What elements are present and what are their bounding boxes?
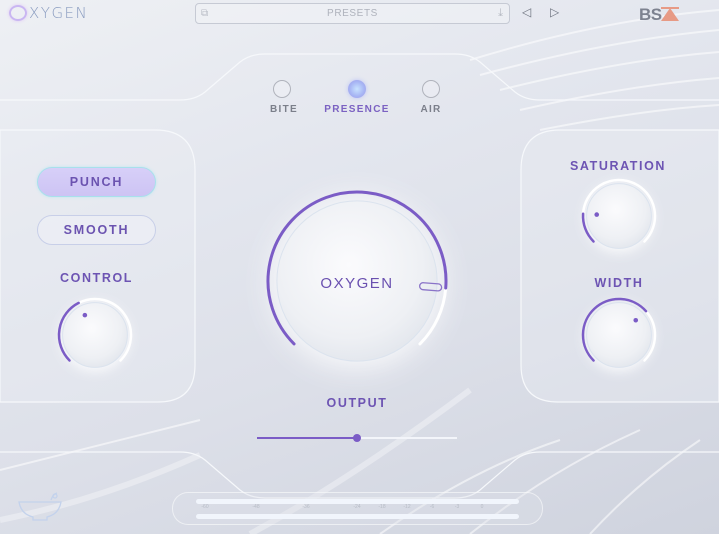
prev-preset-button[interactable]: ◁ — [522, 5, 531, 19]
knob-pointer-dot — [633, 317, 639, 323]
control-knob[interactable] — [45, 285, 145, 390]
radio-icon[interactable] — [348, 80, 366, 98]
logo-ring-icon — [9, 5, 27, 21]
mode-label: AIR — [420, 104, 442, 115]
radio-icon[interactable] — [273, 80, 291, 98]
radio-icon[interactable] — [422, 80, 440, 98]
app-logo: XYGEN — [9, 4, 88, 22]
mode-air[interactable]: AIR — [419, 80, 443, 115]
output-slider[interactable] — [257, 429, 457, 442]
meter-scale: -60 -48 -36 -24 -18 -12 -6 -3 0 — [173, 504, 542, 512]
smooth-button[interactable]: SMOOTH — [37, 215, 156, 245]
knob-pointer-dot — [82, 312, 88, 318]
bowl-icon[interactable] — [17, 490, 63, 529]
meter-bar-right — [196, 514, 519, 519]
meter-tick: -6 — [429, 504, 435, 510]
control-label: CONTROL — [60, 271, 133, 285]
output-meter: -60 -48 -36 -24 -18 -12 -6 -3 0 — [172, 492, 543, 525]
download-icon[interactable]: ⤓ — [498, 7, 503, 20]
brand-logo: BS — [639, 5, 679, 25]
mode-bite[interactable]: BITE — [270, 80, 298, 115]
meter-tick: -48 — [252, 504, 260, 510]
meter-tick: -18 — [378, 504, 386, 510]
mode-presence[interactable]: PRESENCE — [322, 80, 392, 115]
meter-tick: -3 — [454, 504, 460, 510]
presets-selector[interactable]: ⧉ PRESETS ⤓ — [195, 3, 510, 24]
app-title: XYGEN — [29, 4, 89, 22]
meter-tick: -12 — [403, 504, 411, 510]
knob-body — [62, 302, 128, 368]
top-bar: XYGEN ⧉ PRESETS ⤓ ◁ ▷ BS — [0, 0, 719, 28]
mode-label: PRESENCE — [324, 104, 390, 115]
slider-thumb[interactable] — [353, 434, 361, 442]
punch-button[interactable]: PUNCH — [37, 167, 156, 197]
brand-triangle-icon — [660, 7, 679, 21]
meter-tick: -36 — [302, 504, 310, 510]
saturation-knob[interactable] — [569, 166, 669, 271]
knob-pointer-dot — [594, 212, 600, 217]
width-knob[interactable] — [569, 285, 669, 390]
brand-text: BS — [639, 5, 662, 24]
next-preset-button[interactable]: ▷ — [550, 5, 559, 19]
mode-label: BITE — [270, 104, 298, 115]
presets-label: PRESETS — [327, 8, 378, 19]
meter-tick: 0 — [480, 504, 484, 510]
meter-tick: -60 — [201, 504, 209, 510]
output-label: OUTPUT — [326, 396, 388, 410]
knob-body — [586, 302, 652, 368]
meter-tick: -24 — [353, 504, 361, 510]
oxygen-knob-label: OXYGEN — [320, 275, 394, 292]
